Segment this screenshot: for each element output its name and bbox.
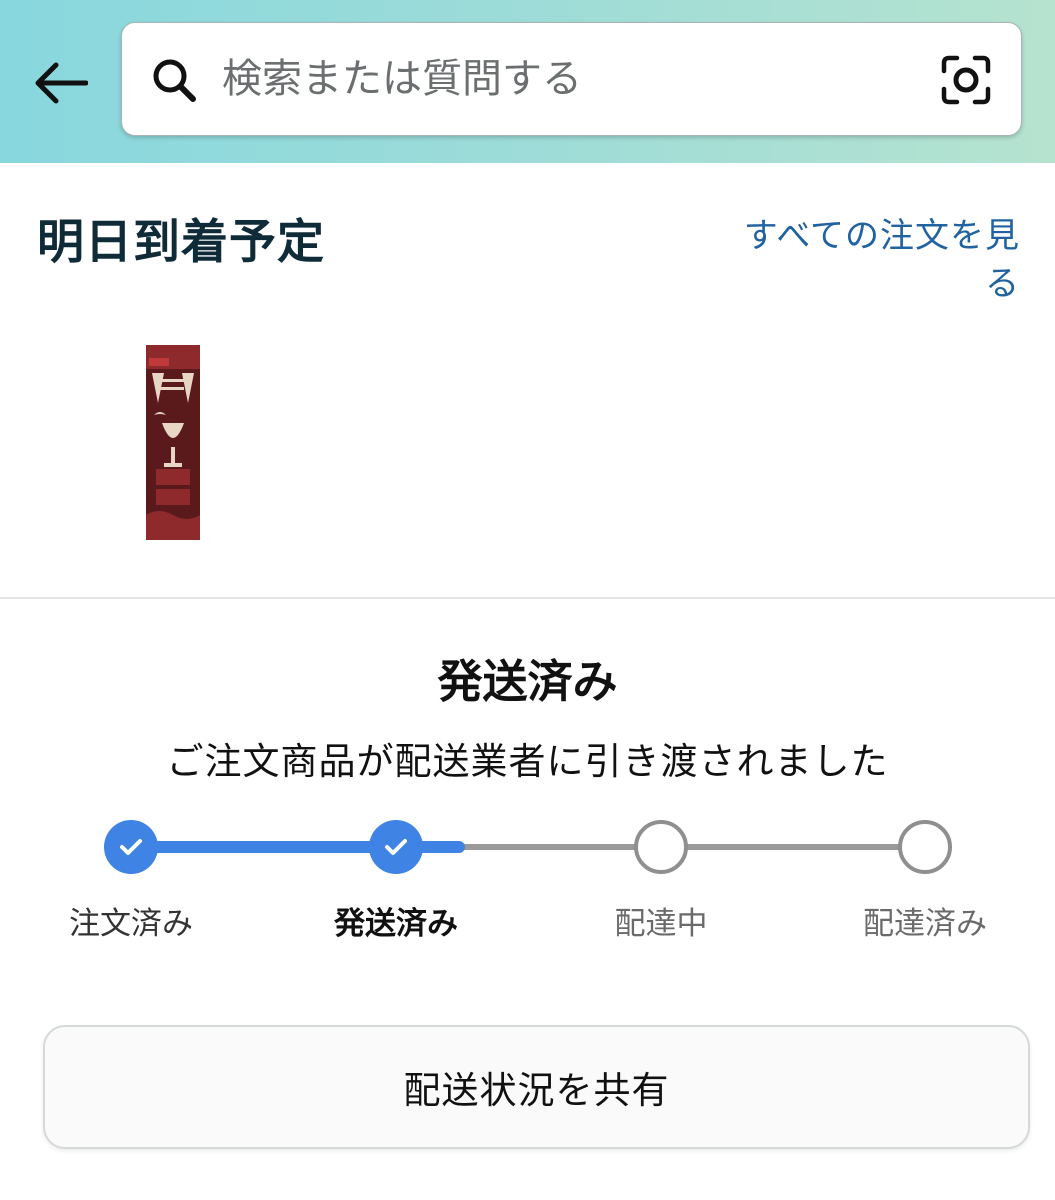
back-button[interactable] [22, 48, 98, 118]
step-label-ordered: 注文済み [69, 906, 193, 942]
step-label-delivered: 配達済み [863, 906, 987, 942]
product-image[interactable] [146, 345, 200, 540]
search-input[interactable] [222, 49, 902, 109]
shipment-status-description: ご注文商品が配送業者に引き渡されました [166, 740, 889, 783]
step-node-delivered [898, 820, 952, 874]
step-node-ordered [104, 820, 158, 874]
search-icon [153, 59, 196, 102]
product-badge [149, 358, 169, 366]
search-bar[interactable] [121, 22, 1022, 136]
delivery-title: 明日到着予定 [37, 215, 325, 270]
shipment-status-title: 発送済み [437, 655, 618, 708]
top-header [0, 0, 1055, 163]
progress-track-remaining [460, 844, 925, 850]
checkmark-icon [120, 839, 142, 855]
product-logo-block [156, 469, 190, 485]
checkmark-icon [385, 839, 407, 855]
product-label-line [160, 387, 184, 390]
view-all-orders-link[interactable]: すべての注文を見る [730, 212, 1020, 308]
arrow-left-icon [35, 62, 88, 104]
share-tracking-button[interactable]: 配送状況を共有 [43, 1025, 1030, 1149]
product-label-line [160, 379, 184, 382]
product-logo-block [156, 489, 190, 505]
step-node-shipped [369, 820, 423, 874]
step-label-shipped: 発送済み [334, 906, 458, 942]
step-node-in-transit [634, 820, 688, 874]
step-label-in-transit: 配達中 [614, 906, 708, 942]
camera-scan-icon[interactable] [940, 54, 992, 106]
section-divider [0, 597, 1055, 599]
